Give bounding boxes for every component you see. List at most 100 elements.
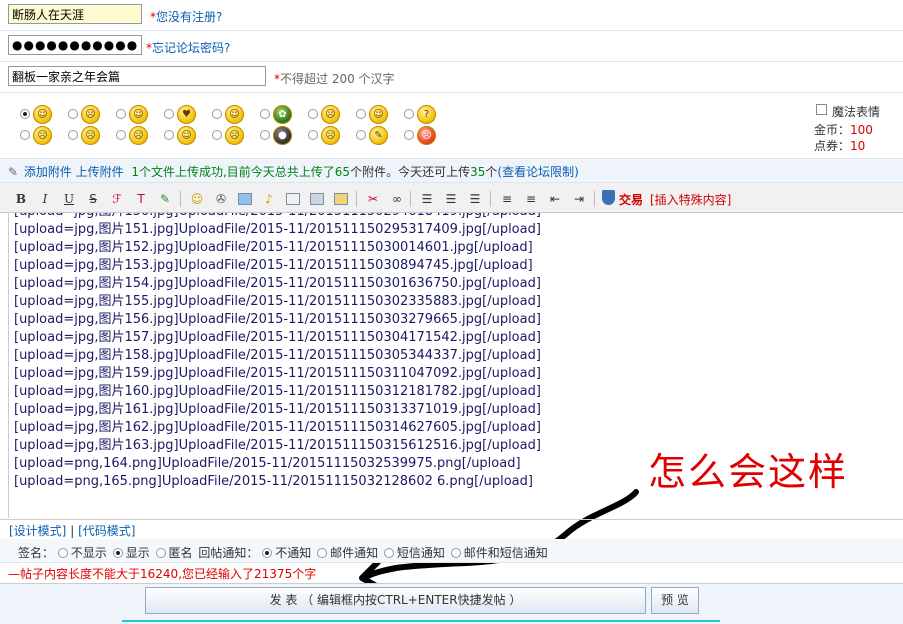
register-link[interactable]: 您没有注册?	[156, 10, 222, 24]
preview-button[interactable]: 预 览	[651, 587, 699, 614]
emoticon-radio[interactable]	[308, 109, 318, 119]
emoticon-option[interactable]: ☺	[164, 126, 208, 146]
emoticon-option[interactable]: ☹	[20, 126, 64, 146]
emoticon-icon: ☹	[129, 126, 148, 145]
italic-button[interactable]: I	[36, 190, 54, 208]
emoticon-option[interactable]: ☺	[116, 105, 160, 125]
emoticon-option[interactable]: ☺	[20, 105, 64, 125]
mail-notify-radio[interactable]: 邮件通知	[317, 544, 378, 561]
emoticon-radio[interactable]	[356, 109, 366, 119]
submit-row: 发 表 （ 编辑框内按CTRL+ENTER快捷发帖 ） 预 览	[0, 583, 903, 624]
emoticon-option[interactable]: ?	[404, 105, 448, 125]
emoticon-option[interactable]: ☺	[356, 105, 400, 125]
emoticon-icon: ☹	[417, 126, 436, 145]
unordered-list-icon[interactable]: ≡	[522, 190, 540, 208]
mail-sms-notify-radio[interactable]: 邮件和短信通知	[450, 544, 548, 561]
emoticon-radio[interactable]	[116, 109, 126, 119]
emoticon-radio[interactable]	[260, 130, 270, 140]
forgot-password-hint: *忘记论坛密码?	[146, 41, 231, 55]
editor-line: [upload=jpg,图片153.jpg]UploadFile/2015-11…	[14, 258, 533, 273]
emoticon-radio[interactable]	[212, 130, 222, 140]
sign-hide-radio[interactable]: 不显示	[57, 544, 107, 561]
ordered-list-icon[interactable]: ≡	[498, 190, 516, 208]
emoticon-icon: ☹	[81, 126, 100, 145]
emoticon-option[interactable]: ☹	[404, 126, 448, 146]
trade-button[interactable]: 交易	[619, 191, 643, 208]
image-icon[interactable]	[236, 190, 254, 208]
emoticon-icon: ☺	[369, 105, 388, 124]
emoticon-icon: ●	[273, 126, 292, 145]
editor-line: [upload=jpg,图片155.jpg]UploadFile/2015-11…	[14, 294, 541, 309]
submit-button[interactable]: 发 表 （ 编辑框内按CTRL+ENTER快捷发帖 ）	[145, 587, 646, 614]
magic-emoticon-label: 魔法表情	[832, 105, 881, 119]
view-limit-link[interactable]: (查看论坛限制)	[497, 165, 578, 179]
forgot-password-link[interactable]: 忘记论坛密码?	[152, 41, 230, 55]
emoticon-radio[interactable]	[404, 109, 414, 119]
outdent-icon[interactable]: ⇤	[546, 190, 564, 208]
emoticon-radio[interactable]	[212, 109, 222, 119]
sms-notify-radio[interactable]: 短信通知	[383, 544, 445, 561]
insert-special-button[interactable]: [插入特殊内容]	[650, 191, 731, 208]
editor-line: [upload=png,164.png]UploadFile/2015-11/2…	[14, 456, 521, 471]
emoticon-radio[interactable]	[20, 109, 30, 119]
emoticon-option[interactable]: ☹	[116, 126, 160, 146]
link-icon[interactable]: ✂	[364, 190, 382, 208]
points-info: 点券：10	[814, 139, 866, 153]
code-mode-link[interactable]: [代码模式]	[78, 524, 135, 538]
emoticon-option[interactable]: ☺	[212, 105, 256, 125]
username-input[interactable]	[8, 4, 142, 24]
emoticon-option[interactable]: ♥	[164, 105, 208, 125]
no-notify-radio[interactable]: 不通知	[262, 544, 311, 561]
align-right-icon[interactable]: ☰	[466, 190, 484, 208]
table-icon[interactable]	[332, 190, 350, 208]
emoticon-option[interactable]: ●	[260, 126, 304, 146]
emoticon-radio[interactable]	[20, 130, 30, 140]
anonymous-radio[interactable]: 匿名	[155, 544, 193, 561]
strikethrough-button[interactable]: S	[84, 190, 102, 208]
editor-line: [upload=jpg,图片150.jpg]UploadFile/2015-11…	[14, 213, 541, 221]
video-icon[interactable]	[308, 190, 326, 208]
title-input[interactable]	[8, 66, 266, 86]
title-limit-hint: *不得超过 200 个汉字	[274, 72, 395, 86]
media-icon[interactable]: ✇	[212, 190, 230, 208]
flash-icon[interactable]	[284, 190, 302, 208]
emoticon-option[interactable]: ☹	[308, 126, 352, 146]
align-left-icon[interactable]: ☰	[418, 190, 436, 208]
emoticon-option[interactable]: ☹	[212, 126, 256, 146]
emoticon-option[interactable]: ☹	[68, 126, 112, 146]
emoticon-radio[interactable]	[260, 109, 270, 119]
bold-button[interactable]: B	[12, 190, 30, 208]
password-input[interactable]	[8, 35, 142, 55]
add-attachment-link[interactable]: 添加附件	[24, 165, 72, 179]
emoticon-radio[interactable]	[164, 130, 174, 140]
emoticon-option[interactable]: ✎	[356, 126, 400, 146]
sign-show-radio[interactable]: 显示	[112, 544, 150, 561]
shield-icon	[602, 190, 615, 205]
underline-button[interactable]: U	[60, 190, 78, 208]
emoticon-radio[interactable]	[116, 130, 126, 140]
align-center-icon[interactable]: ☰	[442, 190, 460, 208]
emoticon-radio[interactable]	[164, 109, 174, 119]
music-icon[interactable]: ♪	[260, 190, 278, 208]
emoticon-icon: ☺	[225, 105, 244, 124]
emoticon-panel: ☺ ☹ ☺ ♥ ☺ ✿ ☹ ☺? ☹ ☹ ☹ ☺ ☹ ● ☹ ✎ ☹ 魔法表情 金币：100 点券：10	[0, 93, 903, 159]
unlink-icon[interactable]: ∞	[388, 190, 406, 208]
emoticon-radio[interactable]	[356, 130, 366, 140]
paperclip-icon: ✎	[8, 165, 19, 179]
text-color-icon[interactable]: T	[132, 190, 150, 208]
magic-emoticon-checkbox[interactable]	[816, 104, 827, 115]
length-warning-row: —帖子内容长度不能大于16240,您已经输入了21375个字	[0, 563, 903, 583]
upload-attachment-link[interactable]: 上传附件	[76, 165, 124, 179]
emoticon-radio[interactable]	[308, 130, 318, 140]
emoticon-icon[interactable]: ☺	[188, 190, 206, 208]
font-icon[interactable]: ℱ	[108, 190, 126, 208]
indent-icon[interactable]: ⇥	[570, 190, 588, 208]
design-mode-link[interactable]: [设计模式]	[9, 524, 66, 538]
emoticon-option[interactable]: ☹	[308, 105, 352, 125]
emoticon-option[interactable]: ✿	[260, 105, 304, 125]
highlight-icon[interactable]: ✎	[156, 190, 174, 208]
emoticon-option[interactable]: ☹	[68, 105, 112, 125]
emoticon-radio[interactable]	[68, 130, 78, 140]
emoticon-radio[interactable]	[404, 130, 414, 140]
emoticon-radio[interactable]	[68, 109, 78, 119]
